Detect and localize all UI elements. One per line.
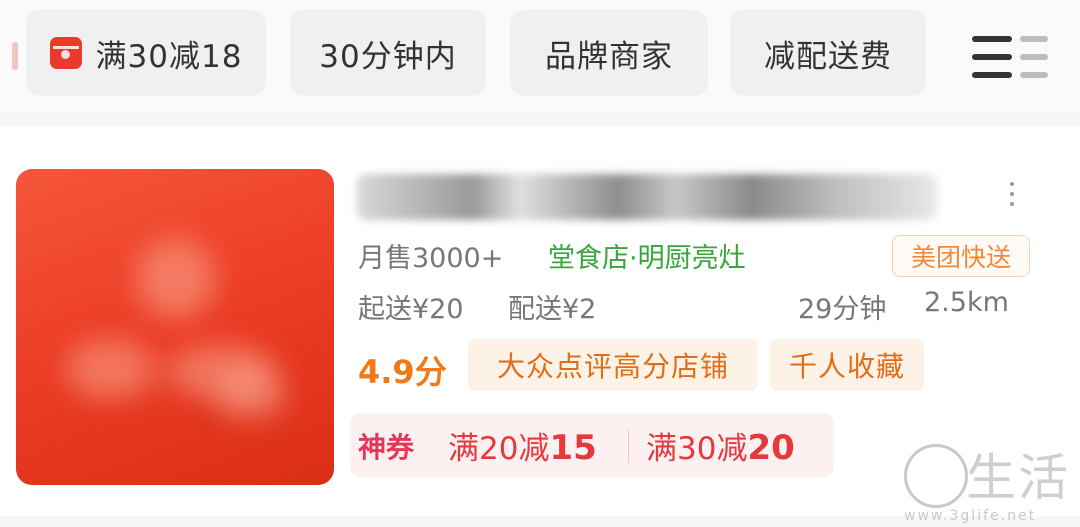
filter-chip-label: 30分钟内: [319, 38, 457, 75]
filter-chip-30-min[interactable]: 30分钟内: [290, 10, 486, 96]
coupon-amount: 15: [549, 428, 597, 468]
filter-chip-brand[interactable]: 品牌商家: [510, 10, 708, 96]
filter-bar: 满30减18 30分钟内 品牌商家 减配送费: [0, 0, 1080, 112]
filter-chip-discount[interactable]: 满30减18: [26, 10, 266, 96]
coupon-threshold: 满30减: [646, 431, 748, 467]
list-menu-icon[interactable]: [972, 34, 1052, 80]
dine-in-tag: 堂食店·明厨亮灶: [548, 243, 746, 274]
min-order: 起送¥20: [358, 294, 464, 325]
filter-chip-label: 品牌商家: [545, 38, 673, 75]
coupon-label: 神券: [358, 431, 415, 464]
red-packet-icon: [49, 37, 82, 69]
monthly-sales: 月售3000+: [358, 243, 504, 274]
watermark-logo-icon: [904, 444, 968, 508]
distance: 2.5km: [924, 287, 1009, 318]
favorites-tag: 千人收藏: [770, 339, 924, 391]
coupon-divider: [628, 429, 629, 463]
coupon-amount: 20: [747, 428, 795, 468]
delivery-time: 29分钟: [798, 294, 887, 325]
delivery-fee: 配送¥2: [508, 294, 597, 325]
high-rating-tag: 大众点评高分店铺: [468, 339, 758, 391]
shop-name-blurred[interactable]: [357, 174, 937, 220]
filter-chip-label: 满30减18: [95, 38, 243, 75]
coupon-item[interactable]: 满20减15: [448, 423, 597, 468]
more-options-icon[interactable]: [1004, 178, 1020, 218]
filter-chip-delivery-fee[interactable]: 减配送费: [730, 10, 926, 96]
coupon-item[interactable]: 满30减20: [646, 423, 795, 468]
watermark-url: www.3glife.net: [904, 508, 1037, 524]
watermark-text: 生活: [966, 449, 1070, 507]
scroll-edge-indicator: [12, 42, 18, 70]
watermark: 生活 www.3glife.net: [904, 438, 1080, 527]
coupon-threshold: 满20减: [448, 431, 550, 467]
filter-chip-label: 减配送费: [764, 38, 892, 75]
shop-thumbnail[interactable]: [16, 169, 334, 485]
rating: 4.9分: [358, 353, 447, 391]
delivery-badge: 美团快送: [892, 235, 1030, 277]
